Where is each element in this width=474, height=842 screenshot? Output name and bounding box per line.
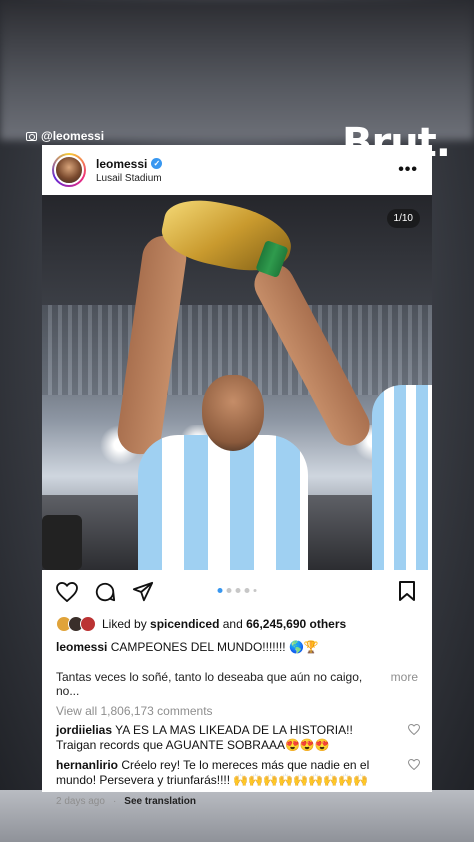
user-block: leomessi ✓ Lusail Stadium [96, 157, 394, 184]
likes-row: Liked by spicendiced and 66,245,690 othe… [42, 614, 432, 634]
carousel-dot-active[interactable] [217, 588, 223, 593]
carousel-dot[interactable] [235, 588, 241, 593]
carousel-dot[interactable] [226, 588, 232, 593]
share-icon[interactable] [130, 579, 156, 605]
camera-icon [26, 131, 37, 141]
player-head [202, 375, 264, 451]
save-icon[interactable] [398, 580, 416, 607]
phone-in-hand [42, 515, 82, 570]
more-link[interactable]: more [391, 670, 418, 698]
comment-username[interactable]: jordiielias [56, 723, 112, 737]
source-handle: @leomessi [26, 129, 104, 143]
liker-avatar [80, 616, 96, 632]
player-jersey [138, 435, 308, 570]
caption-extended: Tantas veces lo soñé, tanto lo deseaba q… [42, 654, 432, 698]
instagram-post: leomessi ✓ Lusail Stadium ••• 1/10 Liked… [42, 145, 432, 807]
see-translation-link[interactable]: See translation [124, 796, 196, 807]
caption-second-text: Tantas veces lo soñé, tanto lo deseaba q… [56, 670, 363, 698]
source-handle-label: @leomessi [41, 129, 105, 143]
carousel-dot[interactable] [244, 588, 250, 593]
carousel-dots [217, 588, 257, 593]
comment: hernanlirio Créelo rey! Te lo mereces má… [42, 753, 432, 788]
comment-icon[interactable] [92, 579, 118, 605]
comment-heart-icon[interactable] [407, 758, 421, 774]
likes-count[interactable]: 66,245,690 others [246, 617, 346, 631]
action-bar [42, 570, 432, 614]
liker-avatars [56, 616, 96, 632]
avatar[interactable] [52, 153, 86, 187]
username-row: leomessi ✓ [96, 157, 394, 171]
verified-icon: ✓ [151, 158, 163, 169]
caption: leomessi CAMPEONES DEL MUNDO!!!!!!! 🌎🏆 [42, 634, 432, 654]
caption-text: CAMPEONES DEL MUNDO!!!!!!! 🌎🏆 [110, 640, 319, 654]
teammate [372, 385, 432, 570]
caption-username[interactable]: leomessi [56, 640, 107, 654]
comment: jordiielias YA ES LA MAS LIKEADA DE LA H… [42, 718, 432, 753]
timestamp: 2 days ago [56, 796, 105, 807]
image-counter: 1/10 [386, 209, 420, 228]
comment-username[interactable]: hernanlirio [56, 758, 118, 772]
comment-heart-icon[interactable] [407, 723, 421, 739]
more-icon[interactable]: ••• [394, 161, 422, 179]
view-all-comments[interactable]: View all 1,806,173 comments [42, 698, 432, 718]
likes-prefix: Liked by [102, 617, 147, 631]
liker-username[interactable]: spicendiced [150, 617, 219, 631]
username[interactable]: leomessi [96, 157, 147, 171]
likes-and: and [222, 617, 243, 631]
background-blur-top [0, 0, 474, 140]
location[interactable]: Lusail Stadium [96, 173, 394, 184]
heart-icon[interactable] [54, 579, 80, 605]
avatar-image [54, 155, 84, 185]
post-footer: 2 days ago · See translation [56, 796, 196, 807]
post-header: leomessi ✓ Lusail Stadium ••• [42, 145, 432, 195]
post-photo[interactable]: 1/10 [42, 195, 432, 570]
carousel-dot[interactable] [253, 589, 257, 592]
